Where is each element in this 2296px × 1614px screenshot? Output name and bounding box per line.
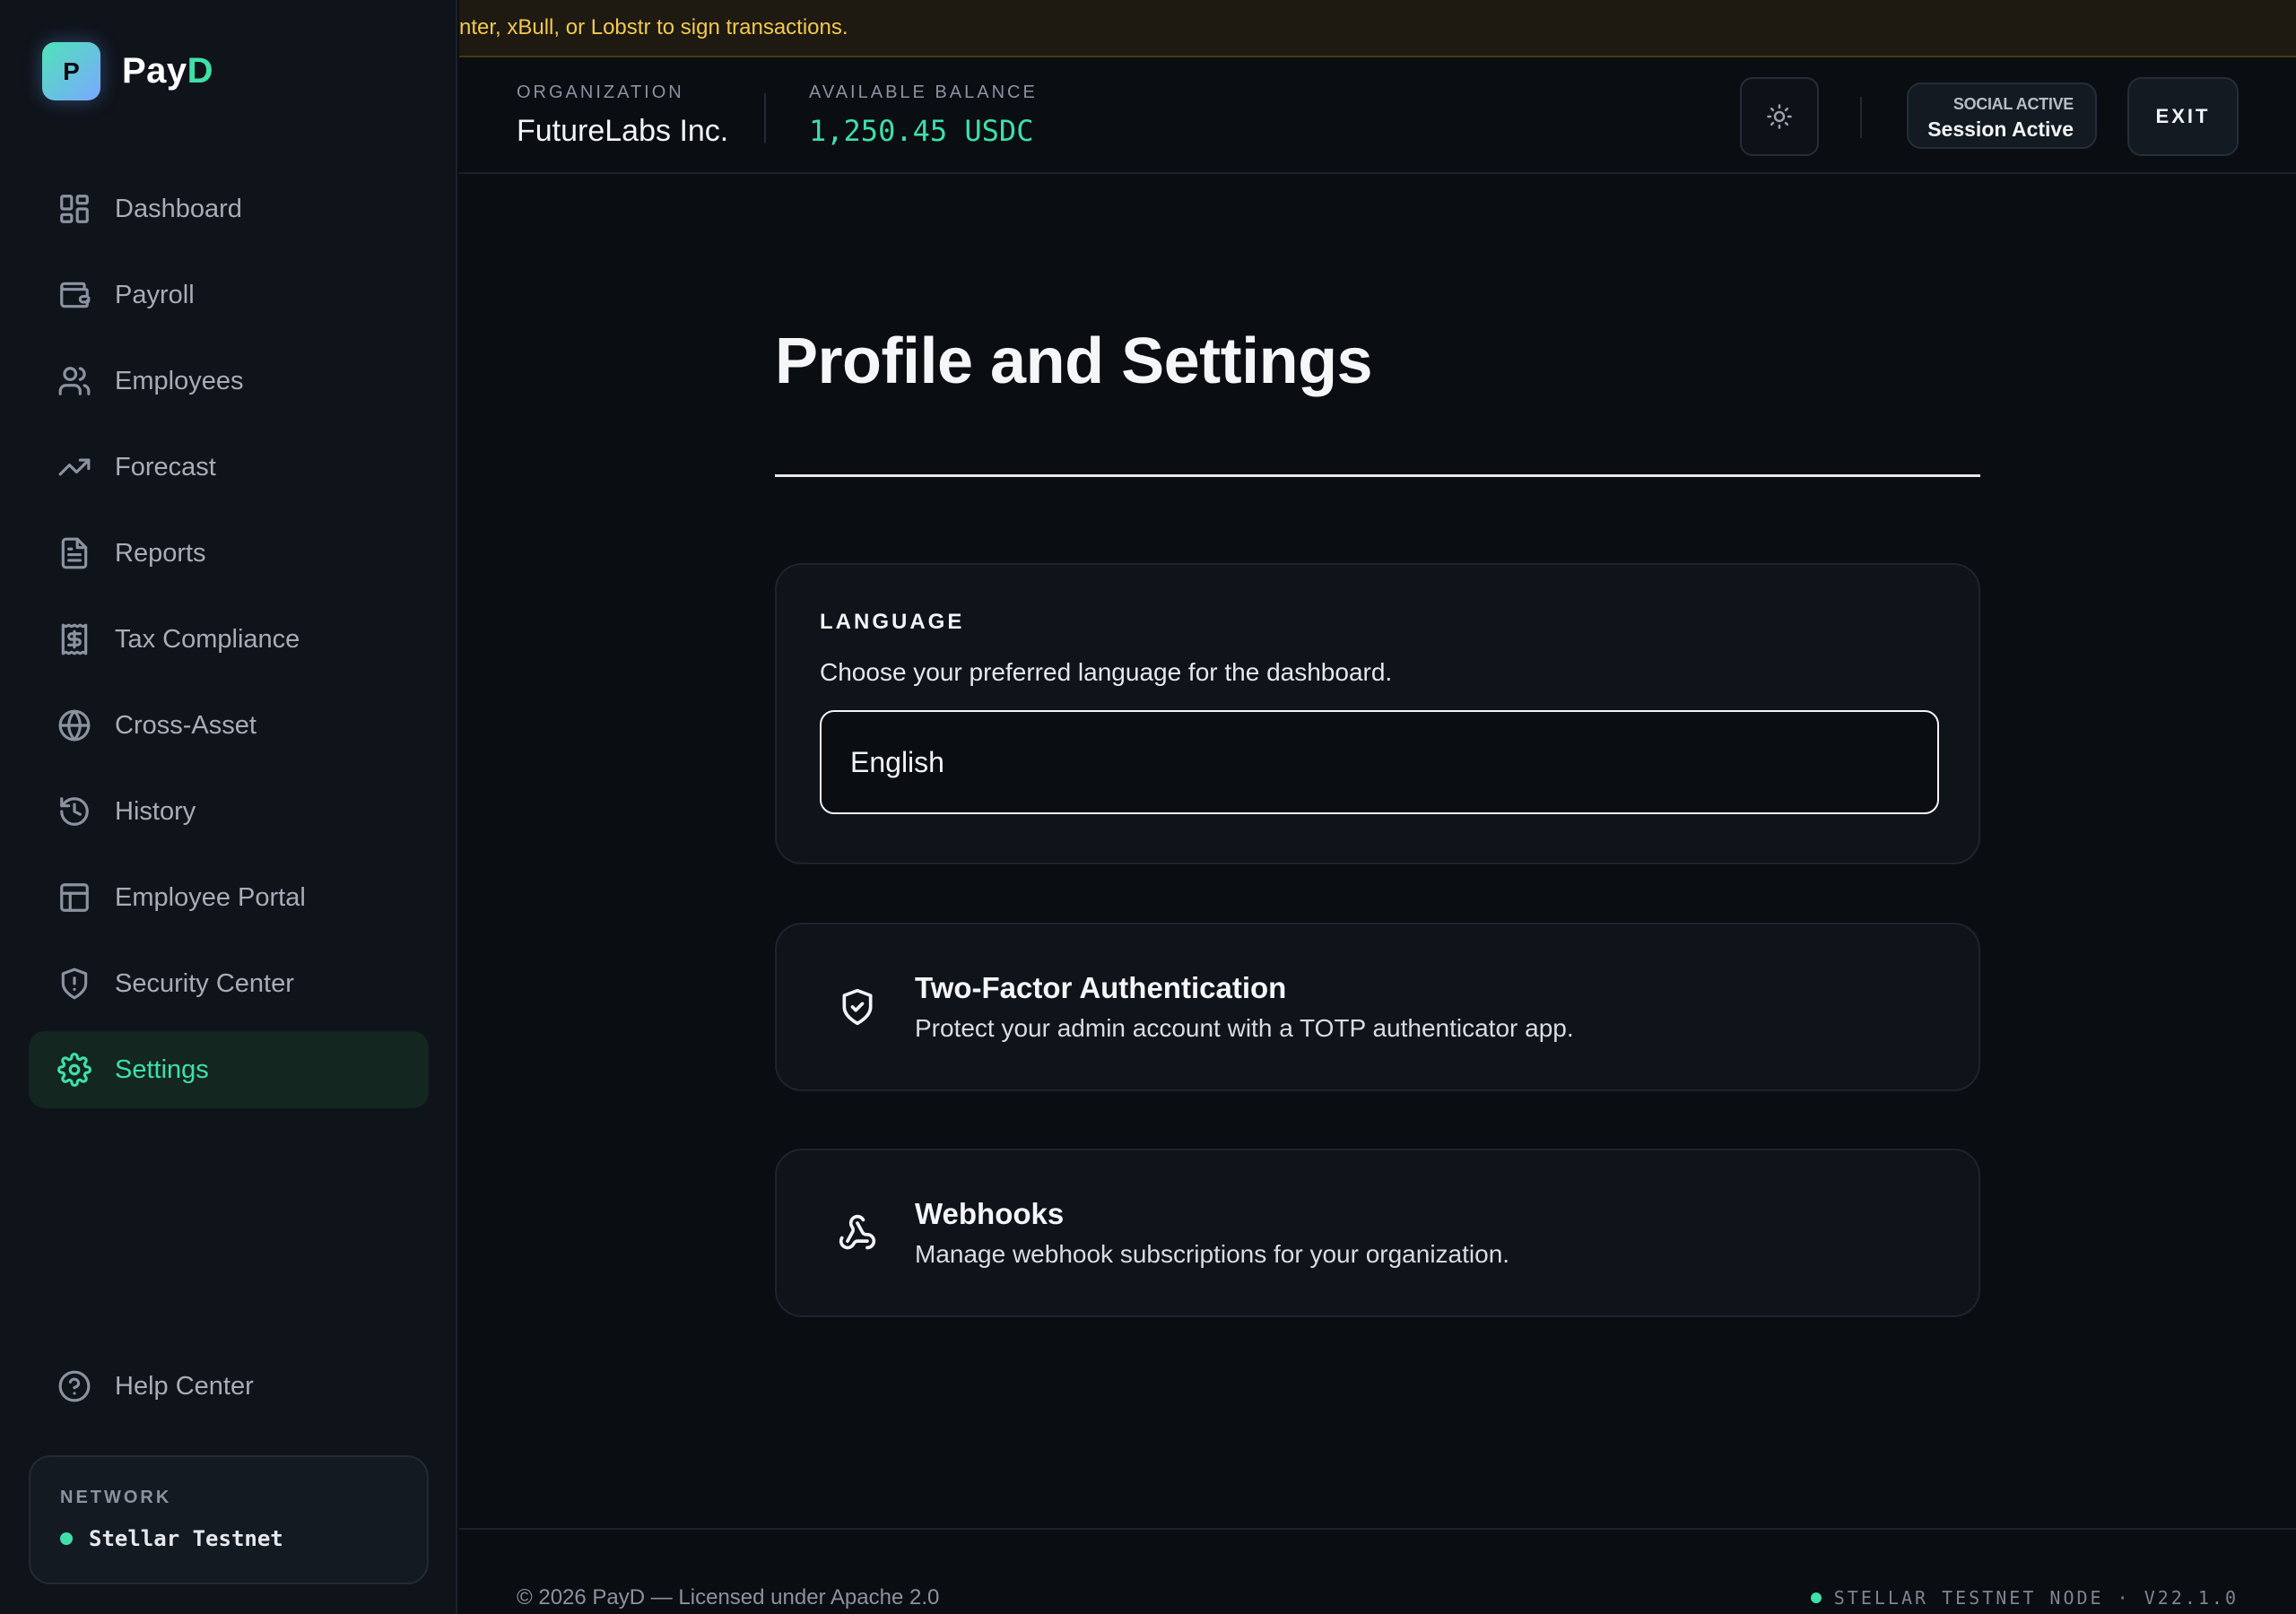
language-card: LANGUAGE Choose your preferred language …: [775, 563, 1980, 864]
history-icon: [60, 797, 89, 826]
session-value: Session Active: [1927, 117, 2074, 141]
sidebar-item-forecast[interactable]: Forecast: [29, 429, 429, 506]
sidebar-item-label: Forecast: [115, 452, 216, 482]
sidebar-item-label: Employee Portal: [115, 882, 306, 912]
sidebar-item-settings[interactable]: Settings: [29, 1031, 429, 1108]
trending-up-icon: [58, 458, 91, 476]
brand-logo[interactable]: P PayD: [42, 42, 213, 100]
page-title: Profile and Settings: [775, 325, 1373, 397]
page-footer: © 2026 PayD — Licensed under Apache 2.0 …: [459, 1528, 2296, 1614]
sidebar-item-tax-compliance[interactable]: Tax Compliance: [29, 601, 429, 678]
sun-icon: [1767, 104, 1792, 129]
sidebar-item-employees[interactable]: Employees: [29, 343, 429, 420]
webhooks-description: Manage webhook subscriptions for your or…: [915, 1240, 1510, 1268]
sidebar-item-label: Security Center: [115, 968, 294, 998]
sidebar-item-help-center[interactable]: Help Center: [29, 1348, 429, 1425]
layout-icon: [60, 883, 89, 912]
network-status-dot: [60, 1532, 73, 1545]
language-selected-value: English: [850, 745, 944, 778]
logo-mark-icon: P: [42, 42, 100, 100]
sidebar-item-label: Tax Compliance: [115, 624, 300, 654]
sidebar-item-reports[interactable]: Reports: [29, 515, 429, 592]
gear-icon: [57, 1053, 91, 1087]
header-divider: [764, 93, 766, 143]
network-name: Stellar Testnet: [89, 1526, 283, 1551]
language-title: LANGUAGE: [820, 610, 965, 634]
two-factor-description: Protect your admin account with a TOTP a…: [915, 1014, 1574, 1042]
sidebar-item-label: History: [115, 796, 196, 826]
organization-block: ORGANIZATION FutureLabs Inc.: [517, 82, 728, 149]
network-panel: NETWORK Stellar Testnet: [29, 1455, 429, 1584]
network-label: NETWORK: [60, 1488, 172, 1507]
two-factor-card[interactable]: Two-Factor Authentication Protect your a…: [775, 923, 1980, 1091]
sidebar-item-label: Settings: [115, 1054, 209, 1084]
shield-alert-icon: [61, 968, 88, 1000]
banner-text: nter, xBull, or Lobstr to sign transacti…: [459, 15, 848, 39]
sidebar: P PayD Dashboard Payroll Employees Forec…: [0, 0, 457, 1614]
sidebar-item-label: Payroll: [115, 280, 195, 309]
help-circle-icon: [58, 1370, 91, 1402]
two-factor-text: Two-Factor Authentication Protect your a…: [915, 971, 1574, 1043]
brand-name: PayD: [122, 51, 213, 91]
sidebar-item-employee-portal[interactable]: Employee Portal: [29, 859, 429, 936]
node-status: STELLAR TESTNET NODE · V22.1.0: [1810, 1587, 2239, 1609]
theme-toggle-button[interactable]: [1740, 77, 1819, 156]
node-status-dot: [1810, 1592, 1822, 1603]
sidebar-item-security-center[interactable]: Security Center: [29, 945, 429, 1022]
title-divider: [775, 474, 1980, 477]
two-factor-title: Two-Factor Authentication: [915, 971, 1287, 1004]
webhook-icon: [838, 1213, 877, 1253]
network-value: Stellar Testnet: [60, 1526, 397, 1551]
sidebar-item-payroll[interactable]: Payroll: [29, 256, 429, 334]
session-caption: SOCIAL ACTIVE: [1952, 95, 2074, 113]
sidebar-item-label: Cross-Asset: [115, 710, 257, 740]
webhooks-card[interactable]: Webhooks Manage webhook subscriptions fo…: [775, 1149, 1980, 1317]
sidebar-item-history[interactable]: History: [29, 773, 429, 850]
balance-value: 1,250.45 USDC: [809, 114, 1034, 148]
organization-name: FutureLabs Inc.: [517, 114, 729, 148]
sidebar-item-label: Dashboard: [115, 194, 242, 223]
wallet-icon: [60, 282, 91, 308]
sidebar-item-dashboard[interactable]: Dashboard: [29, 170, 429, 247]
balance-caption: AVAILABLE BALANCE: [809, 82, 1038, 102]
globe-icon: [58, 709, 91, 742]
wallet-warning-banner: nter, xBull, or Lobstr to sign transacti…: [459, 0, 2296, 57]
brand-name-main: Pay: [122, 51, 187, 91]
copyright-text: © 2026 PayD — Licensed under Apache 2.0: [517, 1585, 940, 1610]
webhooks-title: Webhooks: [915, 1197, 1065, 1230]
users-icon: [58, 367, 91, 395]
webhooks-text: Webhooks Manage webhook subscriptions fo…: [915, 1197, 1509, 1269]
session-status-badge: SOCIAL ACTIVE Session Active: [1907, 82, 2097, 149]
brand-name-accent: D: [187, 51, 214, 91]
header-divider: [1860, 97, 1862, 138]
balance-block: AVAILABLE BALANCE 1,250.45 USDC: [809, 82, 1038, 148]
sidebar-item-label: Help Center: [115, 1371, 254, 1401]
file-text-icon: [61, 537, 88, 569]
dashboard-icon: [60, 195, 89, 223]
node-status-text: STELLAR TESTNET NODE · V22.1.0: [1833, 1587, 2239, 1609]
shield-check-icon: [838, 987, 877, 1027]
language-description: Choose your preferred language for the d…: [820, 658, 1393, 686]
sidebar-item-cross-asset[interactable]: Cross-Asset: [29, 687, 429, 764]
language-select[interactable]: English: [820, 710, 1939, 814]
sidebar-item-label: Reports: [115, 538, 206, 568]
organization-caption: ORGANIZATION: [517, 82, 684, 102]
top-header: ORGANIZATION FutureLabs Inc. AVAILABLE B…: [459, 59, 2296, 174]
sidebar-nav: Dashboard Payroll Employees Forecast Rep…: [29, 170, 429, 1117]
receipt-dollar-icon: [61, 623, 88, 655]
sidebar-item-label: Employees: [115, 366, 244, 395]
exit-button[interactable]: EXIT: [2127, 77, 2239, 156]
help-center-section: Help Center: [29, 1348, 429, 1434]
